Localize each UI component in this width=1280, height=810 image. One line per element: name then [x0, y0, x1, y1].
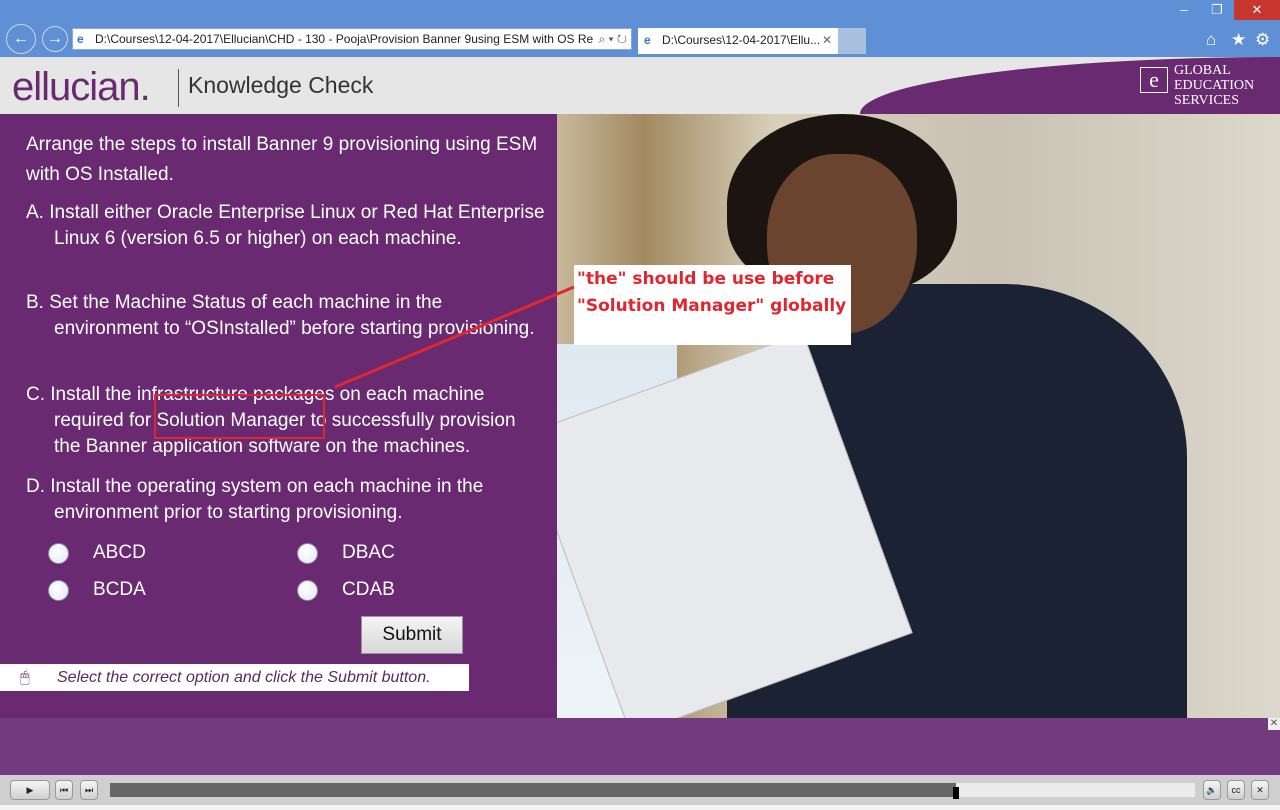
- step-d: D. Install the operating system on each …: [26, 476, 484, 523]
- progress-bar[interactable]: [110, 783, 1195, 797]
- global-education-services-logo: e GLOBAL EDUCATION SERVICES: [1140, 63, 1270, 108]
- star-icon[interactable]: ★: [1231, 30, 1246, 50]
- volume-button[interactable]: 🔈: [1203, 780, 1221, 800]
- footer-band: ✕: [0, 718, 1280, 775]
- search-refresh-icons[interactable]: ⌕ ▾ ↻: [594, 29, 627, 49]
- option-dbac[interactable]: DBAC: [297, 542, 395, 564]
- option-bcda[interactable]: BCDA: [48, 579, 146, 601]
- previous-button[interactable]: ⏮: [55, 780, 73, 800]
- step-a: A. Install either Oracle Enterprise Linu…: [26, 202, 545, 249]
- cc-button[interactable]: cc: [1227, 780, 1245, 800]
- radio-button[interactable]: [48, 579, 69, 601]
- next-button[interactable]: ⏭: [80, 780, 98, 800]
- home-icon[interactable]: ⌂: [1206, 30, 1216, 50]
- gear-icon[interactable]: ⚙: [1255, 30, 1270, 50]
- option-cdab[interactable]: CDAB: [297, 579, 395, 601]
- player-controls: ▶ ⏮ ⏭ 🔈 cc ✕: [0, 775, 1280, 805]
- restore-button[interactable]: ❐: [1203, 0, 1231, 20]
- address-text: D:\Courses\12-04-2017\Ellucian\CHD - 130…: [95, 32, 594, 46]
- submit-button[interactable]: Submit: [361, 616, 463, 654]
- ie-icon: e: [644, 33, 651, 47]
- progress-handle[interactable]: [953, 787, 960, 799]
- minimize-button[interactable]: –: [1170, 0, 1198, 20]
- back-icon[interactable]: ←: [6, 24, 36, 54]
- mouse-icon: 🖱: [20, 669, 30, 686]
- tab-title: D:\Courses\12-04-2017\Ellu...: [662, 33, 821, 47]
- review-annotation: "the" should be use before "Solution Man…: [574, 265, 851, 345]
- close-tab-icon[interactable]: ✕: [822, 28, 832, 52]
- option-abcd[interactable]: ABCD: [48, 542, 146, 564]
- divider: [178, 69, 179, 107]
- address-bar[interactable]: e D:\Courses\12-04-2017\Ellucian\CHD - 13…: [72, 28, 632, 50]
- new-tab-button[interactable]: [838, 28, 866, 54]
- instruction-text: Select the correct option and click the …: [57, 669, 431, 686]
- progress-fill: [110, 783, 957, 797]
- play-button[interactable]: ▶: [10, 780, 50, 800]
- woman-reading-photo: [557, 114, 1280, 718]
- instruction-bar: 🖱 Select the correct option and click the…: [0, 664, 469, 691]
- close-player-button[interactable]: ✕: [1251, 780, 1269, 800]
- ellucian-logo: ellucian.: [12, 65, 151, 109]
- forward-icon[interactable]: →: [42, 26, 68, 52]
- course-header: ellucian. Knowledge Check e GLOBAL EDUCAT…: [0, 57, 1280, 114]
- page-title: Knowledge Check: [188, 72, 374, 98]
- browser-tab[interactable]: e D:\Courses\12-04-2017\Ellu... ✕: [638, 28, 838, 54]
- close-icon[interactable]: ✕: [1268, 718, 1280, 730]
- step-b: B. Set the Machine Status of each machin…: [26, 292, 535, 339]
- browser-chrome: – ❐ ✕ ← → e D:\Courses\12-04-2017\Ellucia…: [0, 0, 1280, 57]
- radio-button[interactable]: [48, 542, 69, 564]
- ie-icon: e: [77, 32, 84, 46]
- highlight-box: [154, 394, 325, 439]
- radio-button[interactable]: [297, 542, 318, 564]
- question-text: Arrange the steps to install Banner 9 pr…: [26, 134, 538, 185]
- radio-button[interactable]: [297, 579, 318, 601]
- close-window-button[interactable]: ✕: [1234, 0, 1280, 20]
